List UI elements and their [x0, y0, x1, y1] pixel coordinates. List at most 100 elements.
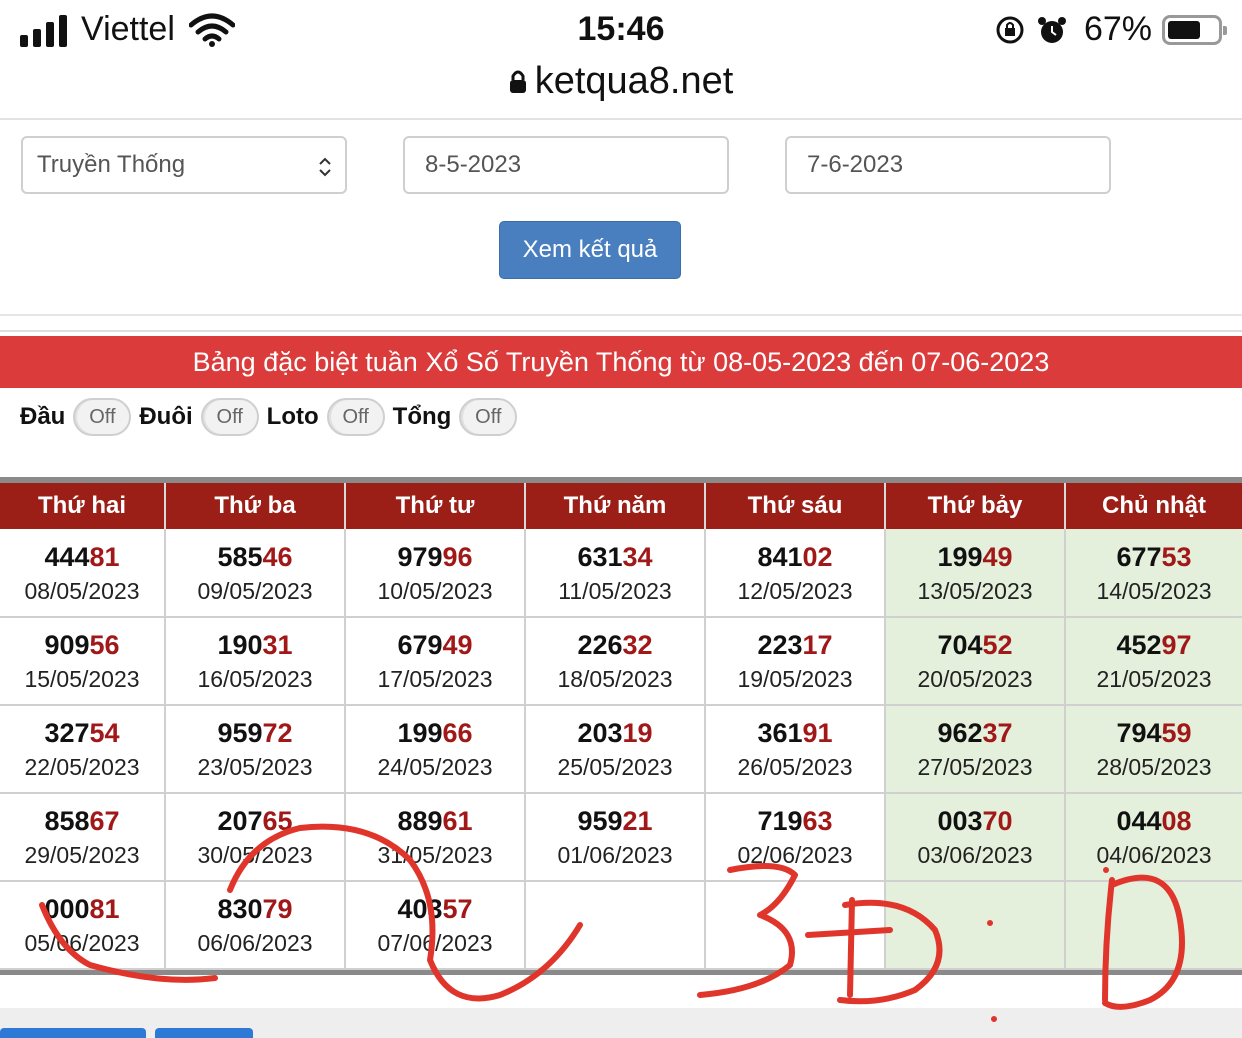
number-tail: 65 [262, 806, 293, 836]
to-date-input[interactable]: 7-6-2023 [785, 136, 1111, 194]
special-prize-number: 97996 [346, 539, 524, 575]
number-head: 199 [397, 718, 443, 748]
result-cell: 40357 07/06/2023 [345, 881, 526, 970]
chevron-updown-icon [319, 157, 331, 177]
lottery-type-value: Truyền Thống [37, 151, 186, 178]
special-prize-number: 58546 [166, 539, 344, 575]
lock-icon [509, 70, 526, 93]
column-header: Thứ sáu [705, 483, 886, 529]
number-head: 679 [397, 630, 443, 660]
draw-date: 18/05/2023 [557, 666, 673, 692]
result-cell [1065, 881, 1242, 970]
number-head: 203 [577, 718, 623, 748]
view-results-button[interactable]: Xem kết quả [499, 221, 681, 279]
special-prize-number: 00370 [886, 803, 1064, 839]
result-cell: 95972 23/05/2023 [165, 705, 346, 794]
from-date-input[interactable]: 8-5-2023 [403, 136, 729, 194]
result-cell: 19031 16/05/2023 [165, 617, 346, 706]
special-prize-number: 44481 [0, 539, 164, 575]
draw-date: 07/06/2023 [377, 930, 493, 956]
number-tail: 96 [442, 541, 473, 572]
result-cell: 63134 11/05/2023 [525, 529, 706, 618]
result-cell: 00081 05/06/2023 [0, 881, 166, 970]
number-tail: 66 [442, 718, 473, 748]
result-cell: 90956 15/05/2023 [0, 617, 166, 706]
special-prize-number: 67949 [346, 627, 524, 663]
special-prize-number: 95972 [166, 715, 344, 751]
results-table-container: Thứ hai Thứ ba Thứ tư Thứ năm Thứ sáu Thứ bảy… [0, 477, 1242, 975]
result-cell: 00370 03/06/2023 [885, 793, 1066, 882]
special-prize-number: 90956 [0, 627, 164, 663]
number-tail: 52 [982, 630, 1013, 660]
alarm-icon [1037, 16, 1066, 43]
number-head: 585 [217, 541, 263, 572]
number-head: 190 [217, 630, 263, 660]
special-prize-number: 88961 [346, 803, 524, 839]
divider [0, 330, 1242, 332]
result-cell: 67949 17/05/2023 [345, 617, 526, 706]
special-prize-number: 22317 [706, 627, 884, 663]
number-head: 199 [937, 541, 983, 572]
number-tail: 57 [442, 894, 473, 924]
draw-date: 09/05/2023 [197, 577, 313, 604]
column-header: Thứ ba [165, 483, 346, 529]
result-cell: 79459 28/05/2023 [1065, 705, 1242, 794]
result-cell [705, 881, 886, 970]
number-tail: 79 [262, 894, 293, 924]
result-cell: 45297 21/05/2023 [1065, 617, 1242, 706]
draw-date: 25/05/2023 [557, 754, 673, 780]
draw-date: 17/05/2023 [377, 666, 493, 692]
number-tail: 97 [1161, 630, 1192, 660]
rotation-lock-icon [996, 16, 1024, 43]
number-head: 223 [757, 630, 803, 660]
column-header: Chủ nhật [1065, 483, 1242, 529]
special-prize-number: 20319 [526, 715, 704, 751]
number-tail: 32 [622, 630, 653, 660]
result-cell [525, 881, 706, 970]
special-prize-number: 20765 [166, 803, 344, 839]
draw-date: 13/05/2023 [917, 577, 1033, 604]
number-head: 841 [757, 541, 803, 572]
result-cell: 19949 13/05/2023 [885, 529, 1066, 618]
number-head: 000 [44, 894, 90, 924]
toggle-loto[interactable]: Off [326, 398, 385, 436]
number-tail: 08 [1161, 806, 1192, 836]
number-tail: 37 [982, 718, 1013, 748]
special-prize-number: 45297 [1066, 627, 1242, 663]
number-tail: 46 [262, 541, 293, 572]
number-head: 444 [44, 541, 90, 572]
toggle-duoi[interactable]: Off [200, 398, 259, 436]
result-cell: 84102 12/05/2023 [705, 529, 886, 618]
special-prize-number: 04408 [1066, 803, 1242, 839]
lottery-type-select[interactable]: Truyền Thống [21, 136, 347, 194]
number-tail: 72 [262, 718, 293, 748]
url-text: ketqua8.net [534, 59, 734, 102]
number-head: 794 [1116, 718, 1162, 748]
result-cell: 58546 09/05/2023 [165, 529, 346, 618]
result-cell: 20765 30/05/2023 [165, 793, 346, 882]
number-head: 327 [44, 718, 90, 748]
number-tail: 81 [89, 541, 120, 572]
number-head: 631 [577, 541, 623, 572]
toggle-tong[interactable]: Off [459, 398, 518, 436]
footer-button[interactable] [0, 1028, 146, 1038]
footer-button[interactable] [155, 1028, 253, 1038]
toggle-dau[interactable]: Off [73, 398, 132, 436]
address-bar[interactable]: ketqua8.net [0, 56, 1242, 106]
draw-date: 23/05/2023 [197, 754, 313, 780]
toggle-label-loto: Loto [266, 403, 319, 430]
number-tail: 53 [1161, 541, 1192, 572]
draw-date: 30/05/2023 [197, 842, 313, 868]
table-row: 32754 22/05/2023 95972 23/05/2023 19966 24/05… [0, 705, 1242, 794]
draw-date: 31/05/2023 [377, 842, 493, 868]
special-prize-number: 19031 [166, 627, 344, 663]
special-prize-number: 19966 [346, 715, 524, 751]
toggle-label-tong: Tổng [392, 403, 452, 430]
toggle-bar: Đầu Off Đuôi Off Loto Off Tổng Off [20, 398, 525, 436]
number-head: 830 [217, 894, 263, 924]
result-cell: 22317 19/05/2023 [705, 617, 886, 706]
number-head: 909 [44, 630, 90, 660]
result-cell: 97996 10/05/2023 [345, 529, 526, 618]
column-header: Thứ tư [345, 483, 526, 529]
number-head: 452 [1116, 630, 1162, 660]
